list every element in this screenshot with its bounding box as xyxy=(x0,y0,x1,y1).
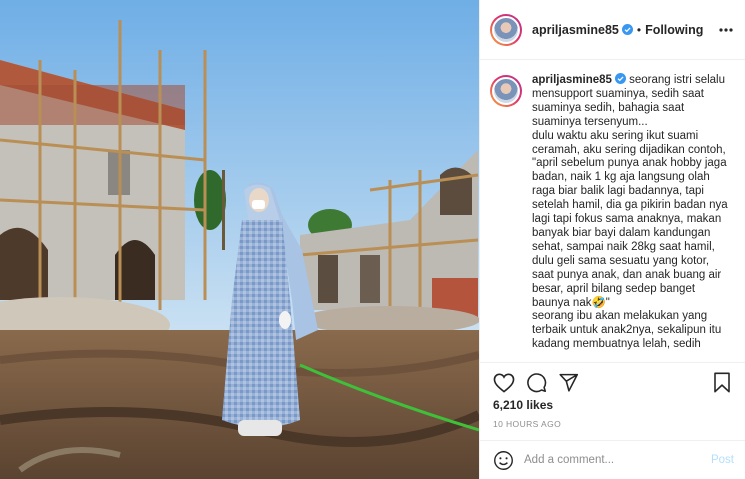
verified-badge-icon xyxy=(621,24,633,35)
smiley-icon[interactable] xyxy=(492,449,514,471)
caption-text: seorang istri selalu mensupport suaminya… xyxy=(532,74,728,351)
post-image xyxy=(0,0,479,479)
action-bar xyxy=(480,362,745,402)
post-side-panel: apriljasmine85 • Following apriljasmine8… xyxy=(479,0,745,479)
comment-input[interactable] xyxy=(524,454,699,466)
post-caption: apriljasmine85 seorang istri selalu mens… xyxy=(532,73,732,361)
caption-avatar[interactable] xyxy=(490,75,522,107)
post-photo[interactable] xyxy=(0,0,479,479)
more-options-icon[interactable] xyxy=(719,23,733,37)
post-timestamp[interactable]: 10 HOURS AGO xyxy=(493,419,561,429)
comment-bubble-icon[interactable] xyxy=(524,371,548,395)
heart-icon[interactable] xyxy=(492,371,516,395)
verified-badge-icon xyxy=(614,73,626,84)
caption-username[interactable]: apriljasmine85 xyxy=(532,74,612,86)
paper-plane-icon[interactable] xyxy=(556,371,580,395)
separator-dot: • xyxy=(636,22,642,37)
likes-count[interactable]: 6,210 likes xyxy=(493,398,553,412)
post-header: apriljasmine85 • Following xyxy=(480,0,745,60)
following-button[interactable]: Following xyxy=(645,23,703,37)
bookmark-icon[interactable] xyxy=(710,371,734,395)
post-comment-button[interactable]: Post xyxy=(711,454,734,466)
username-link[interactable]: apriljasmine85 xyxy=(532,23,619,37)
add-comment-bar: Post xyxy=(480,440,745,479)
comments-section[interactable]: apriljasmine85 seorang istri selalu mens… xyxy=(480,61,745,361)
avatar[interactable] xyxy=(490,13,522,46)
